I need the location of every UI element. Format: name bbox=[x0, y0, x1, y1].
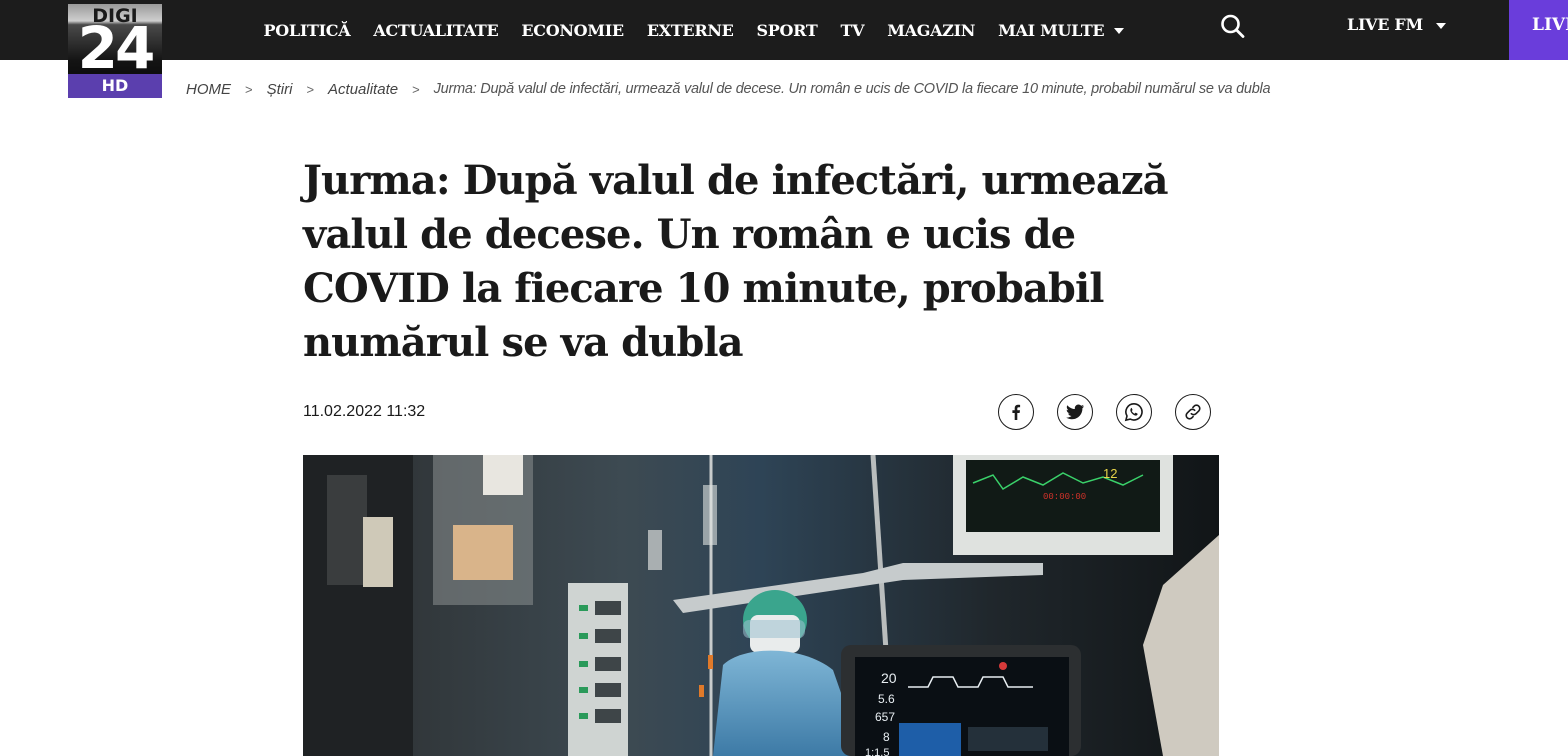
live-button[interactable]: LIVE bbox=[1509, 0, 1568, 60]
svg-text:12: 12 bbox=[1103, 466, 1117, 481]
breadcrumb-actualitate[interactable]: Actualitate bbox=[328, 81, 398, 98]
search-button[interactable] bbox=[1218, 12, 1248, 42]
logo-number: 24 bbox=[77, 14, 156, 82]
caret-down-icon bbox=[1114, 28, 1125, 34]
article-date: 11.02.2022 11:32 bbox=[303, 403, 426, 420]
nav-item-externe[interactable]: EXTERNE bbox=[635, 21, 745, 40]
main-nav: POLITICĂ ACTUALITATE ECONOMIE EXTERNE SP… bbox=[252, 0, 1136, 60]
nav-item-tv[interactable]: TV bbox=[829, 21, 876, 40]
search-icon bbox=[1221, 14, 1245, 38]
breadcrumb-current: Jurma: După valul de infectări, urmează … bbox=[433, 81, 1271, 97]
article-title: Jurma: După valul de infectări, urmează … bbox=[303, 157, 1169, 366]
nav-item-mai-multe[interactable]: MAI MULTE bbox=[987, 21, 1136, 40]
caret-down-icon bbox=[1435, 22, 1446, 29]
mai-multe-label: MAI MULTE bbox=[998, 20, 1105, 40]
nav-item-politica[interactable]: POLITICĂ bbox=[252, 21, 362, 40]
share-facebook-button[interactable] bbox=[998, 394, 1034, 430]
breadcrumb-home[interactable]: HOME bbox=[186, 81, 231, 98]
breadcrumb: HOME > Știri > Actualitate > Jurma: După… bbox=[186, 79, 1271, 99]
breadcrumb-separator: > bbox=[306, 81, 315, 97]
facebook-icon bbox=[1012, 404, 1021, 420]
twitter-icon bbox=[1066, 404, 1084, 420]
icu-photo: 12 00:00:00 20 5.6 657 8 1:1.5 bbox=[303, 455, 1219, 756]
digi24-logo[interactable]: DIGI 24 HD bbox=[68, 4, 162, 98]
nav-item-actualitate[interactable]: ACTUALITATE bbox=[362, 21, 510, 40]
live-fm-label: LIVE FM bbox=[1347, 15, 1423, 34]
nav-item-magazin[interactable]: MAGAZIN bbox=[876, 21, 987, 40]
logo-hd-badge: HD bbox=[68, 74, 162, 98]
top-navbar: POLITICĂ ACTUALITATE ECONOMIE EXTERNE SP… bbox=[0, 0, 1568, 60]
breadcrumb-stiri[interactable]: Știri bbox=[267, 81, 293, 98]
svg-text:657: 657 bbox=[875, 710, 895, 724]
svg-text:00:00:00: 00:00:00 bbox=[1043, 492, 1086, 502]
svg-text:20: 20 bbox=[881, 670, 897, 686]
live-fm-dropdown[interactable]: LIVE FM bbox=[1347, 0, 1446, 50]
share-bar bbox=[998, 394, 1211, 430]
share-twitter-button[interactable] bbox=[1057, 394, 1093, 430]
link-icon bbox=[1185, 404, 1201, 420]
svg-text:8: 8 bbox=[883, 730, 890, 744]
svg-text:5.6: 5.6 bbox=[878, 692, 895, 706]
breadcrumb-separator: > bbox=[412, 81, 420, 97]
svg-text:1:1.5: 1:1.5 bbox=[865, 747, 889, 756]
whatsapp-icon bbox=[1124, 402, 1143, 422]
copy-link-button[interactable] bbox=[1175, 394, 1211, 430]
breadcrumb-separator: > bbox=[245, 81, 253, 97]
share-whatsapp-button[interactable] bbox=[1116, 394, 1152, 430]
article-hero-image: 12 00:00:00 20 5.6 657 8 1:1.5 bbox=[303, 455, 1219, 756]
nav-item-sport[interactable]: SPORT bbox=[745, 21, 829, 40]
nav-item-economie[interactable]: ECONOMIE bbox=[510, 21, 635, 40]
